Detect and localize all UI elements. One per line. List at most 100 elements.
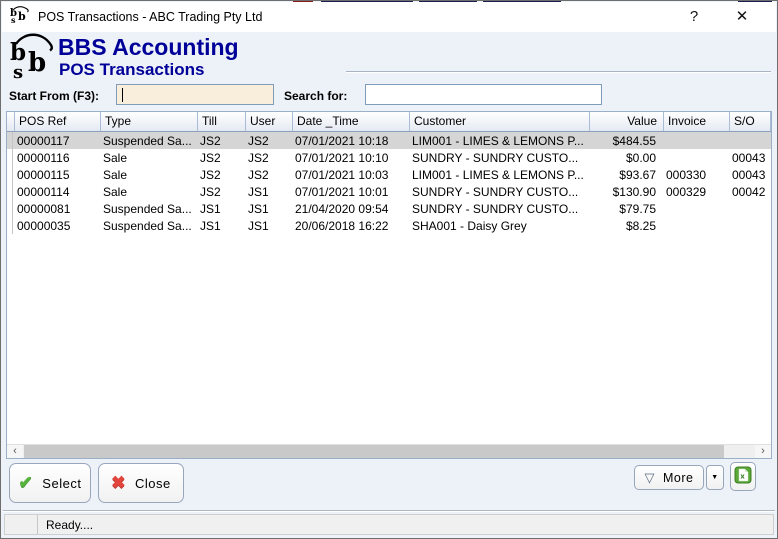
start-from-input[interactable]: [116, 84, 274, 105]
column-header-gutter: [7, 112, 15, 131]
cell-customer: SHA001 - Daisy Grey: [408, 219, 588, 233]
window-close-button[interactable]: ✕: [714, 2, 770, 32]
cell-invoice: 000329: [662, 185, 728, 199]
text-caret: [122, 88, 123, 102]
cell-user: JS2: [244, 151, 291, 165]
cell-invoice: 000330: [662, 168, 728, 182]
svg-text:s: s: [13, 62, 23, 80]
cell-till: JS2: [196, 134, 244, 148]
table-row[interactable]: 00000114SaleJS2JS107/01/2021 10:01SUNDRY…: [7, 183, 771, 200]
column-header-type[interactable]: Type: [101, 112, 198, 131]
cell-date-time: 07/01/2021 10:01: [291, 185, 408, 199]
cell-value: $79.75: [588, 202, 662, 216]
cell-pos-ref: 00000115: [13, 168, 99, 182]
close-button[interactable]: ✖ Close: [98, 463, 184, 503]
table-body: 00000117Suspended Sa...JS2JS207/01/2021 …: [7, 132, 771, 234]
cell-till: JS2: [196, 168, 244, 182]
start-from-label: Start From (F3):: [9, 89, 99, 103]
column-header-customer[interactable]: Customer: [410, 112, 590, 131]
help-button[interactable]: ?: [674, 2, 714, 32]
column-header-user[interactable]: User: [246, 112, 293, 131]
check-icon: ✔: [19, 473, 34, 493]
cell-customer: SUNDRY - SUNDRY CUSTO...: [408, 202, 588, 216]
table-row[interactable]: 00000117Suspended Sa...JS2JS207/01/2021 …: [7, 132, 771, 149]
bbs-logo-icon: b s b: [10, 5, 30, 29]
cell-type: Sale: [99, 185, 196, 199]
cell-so: 00043: [728, 151, 771, 165]
column-header-pos-ref[interactable]: POS Ref: [15, 112, 101, 131]
cell-type: Sale: [99, 168, 196, 182]
column-header-value[interactable]: Value: [590, 112, 664, 131]
page-title: POS Transactions: [59, 60, 205, 80]
cell-type: Suspended Sa...: [99, 202, 196, 216]
scroll-right-arrow-icon[interactable]: ›: [755, 445, 771, 458]
cell-so: 00043: [728, 168, 771, 182]
table-header: POS RefTypeTillUserDate _TimeCustomerVal…: [7, 112, 771, 132]
cell-value: $8.25: [588, 219, 662, 233]
status-left-panel: [5, 515, 38, 534]
horizontal-scrollbar[interactable]: ‹ ›: [7, 444, 771, 458]
app-name: BBS Accounting: [58, 34, 239, 61]
cell-so: 00042: [728, 185, 771, 199]
cell-pos-ref: 00000114: [13, 185, 99, 199]
excel-icon: x: [734, 466, 752, 487]
cell-user: JS1: [244, 219, 291, 233]
column-header-so[interactable]: S/O: [730, 112, 771, 131]
cell-user: JS1: [244, 202, 291, 216]
header-divider: [346, 71, 771, 73]
status-divider: [3, 510, 775, 512]
cell-type: Sale: [99, 151, 196, 165]
cell-value: $484.55: [588, 134, 662, 148]
cell-value: $0.00: [588, 151, 662, 165]
cell-customer: LIM001 - LIMES & LEMONS P...: [408, 168, 588, 182]
cell-till: JS2: [196, 185, 244, 199]
cell-value: $93.67: [588, 168, 662, 182]
cell-user: JS1: [244, 185, 291, 199]
scrollbar-thumb[interactable]: [24, 445, 724, 458]
title-bar[interactable]: b s b POS Transactions - ABC Trading Pty…: [2, 2, 776, 32]
cell-pos-ref: 00000035: [13, 219, 99, 233]
select-button[interactable]: ✔ Select: [9, 463, 91, 503]
search-for-input[interactable]: [365, 84, 602, 105]
cell-till: JS1: [196, 219, 244, 233]
cell-date-time: 21/04/2020 09:54: [291, 202, 408, 216]
column-header-date-time[interactable]: Date _Time: [293, 112, 410, 131]
cell-user: JS2: [244, 168, 291, 182]
cell-till: JS2: [196, 151, 244, 165]
cell-pos-ref: 00000117: [13, 134, 99, 148]
cell-date-time: 07/01/2021 10:18: [291, 134, 408, 148]
scroll-left-arrow-icon[interactable]: ‹: [7, 445, 23, 458]
red-x-icon: ✖: [111, 473, 126, 493]
cell-user: JS2: [244, 134, 291, 148]
chevron-down-icon: ▼: [711, 474, 718, 481]
table-row[interactable]: 00000035Suspended Sa...JS1JS120/06/2018 …: [7, 217, 771, 234]
status-text: Ready....: [38, 518, 93, 532]
svg-text:s: s: [11, 15, 16, 24]
cell-date-time: 07/01/2021 10:03: [291, 168, 408, 182]
cell-type: Suspended Sa...: [99, 134, 196, 148]
transactions-table: POS RefTypeTillUserDate _TimeCustomerVal…: [6, 111, 772, 459]
more-dropdown-button[interactable]: ▼: [706, 465, 724, 490]
svg-text:x: x: [740, 473, 745, 481]
cell-pos-ref: 00000081: [13, 202, 99, 216]
cell-till: JS1: [196, 202, 244, 216]
cell-customer: SUNDRY - SUNDRY CUSTO...: [408, 151, 588, 165]
column-header-till[interactable]: Till: [198, 112, 246, 131]
cell-date-time: 07/01/2021 10:10: [291, 151, 408, 165]
cell-date-time: 20/06/2018 16:22: [291, 219, 408, 233]
cell-value: $130.90: [588, 185, 662, 199]
svg-text:b: b: [28, 48, 46, 78]
export-excel-button[interactable]: x: [730, 462, 756, 491]
window-title: POS Transactions - ABC Trading Pty Ltd: [38, 10, 262, 24]
status-bar: Ready....: [4, 514, 774, 535]
table-row[interactable]: 00000115SaleJS2JS207/01/2021 10:03LIM001…: [7, 166, 771, 183]
search-for-label: Search for:: [284, 89, 347, 103]
table-row[interactable]: 00000116SaleJS2JS207/01/2021 10:10SUNDRY…: [7, 149, 771, 166]
column-header-invoice[interactable]: Invoice: [664, 112, 730, 131]
table-row[interactable]: 00000081Suspended Sa...JS1JS121/04/2020 …: [7, 200, 771, 217]
triangle-down-icon: ▽: [645, 471, 656, 484]
bbs-logo-large-icon: b s b: [9, 33, 57, 85]
pos-transactions-dialog: b s b POS Transactions - ABC Trading Pty…: [0, 0, 778, 539]
svg-text:b: b: [18, 10, 26, 23]
more-button[interactable]: ▽ More: [634, 465, 704, 490]
